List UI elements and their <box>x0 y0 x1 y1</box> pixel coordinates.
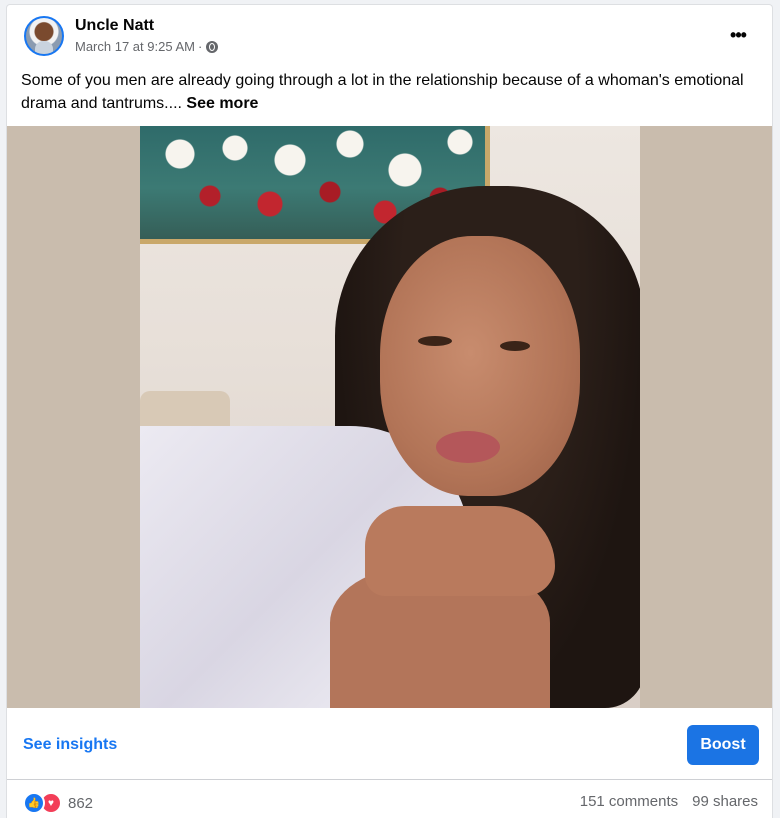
reactions-count: 862 <box>68 794 94 812</box>
post-image[interactable] <box>7 126 772 708</box>
hand <box>365 506 555 596</box>
post-meta: March 17 at 9:25 AM · <box>75 39 219 54</box>
photo <box>140 126 640 708</box>
post-actions: See insights Boost <box>7 708 772 780</box>
timestamp[interactable]: March 17 at 9:25 AM <box>75 39 195 54</box>
reactions-summary[interactable]: 👍 ♥ 862 <box>23 792 93 814</box>
comments-count[interactable]: 151 comments <box>580 793 678 810</box>
lips <box>436 431 500 463</box>
boost-button[interactable]: Boost <box>687 725 759 765</box>
post-header: Uncle Natt March 17 at 9:25 AM · ••• <box>7 5 772 67</box>
post-text: Some of you men are already going throug… <box>21 69 751 115</box>
more-options-icon[interactable]: ••• <box>722 21 754 49</box>
like-icon: 👍 <box>23 792 45 814</box>
post-stats: 👍 ♥ 862 151 comments 99 shares <box>7 780 772 818</box>
shares-count[interactable]: 99 shares <box>692 793 758 810</box>
eye-left <box>418 336 452 346</box>
author-name[interactable]: Uncle Natt <box>75 17 154 35</box>
eye-right <box>500 341 530 351</box>
meta-separator: · <box>197 39 203 54</box>
avatar[interactable] <box>24 16 64 56</box>
post-card: Uncle Natt March 17 at 9:25 AM · ••• Som… <box>6 4 773 818</box>
see-more-link[interactable]: See more <box>186 95 258 112</box>
see-insights-link[interactable]: See insights <box>23 736 117 754</box>
post-body: Some of you men are already going throug… <box>21 72 744 112</box>
globe-icon[interactable] <box>206 40 219 53</box>
engagement-stats: 151 comments 99 shares <box>580 793 758 810</box>
